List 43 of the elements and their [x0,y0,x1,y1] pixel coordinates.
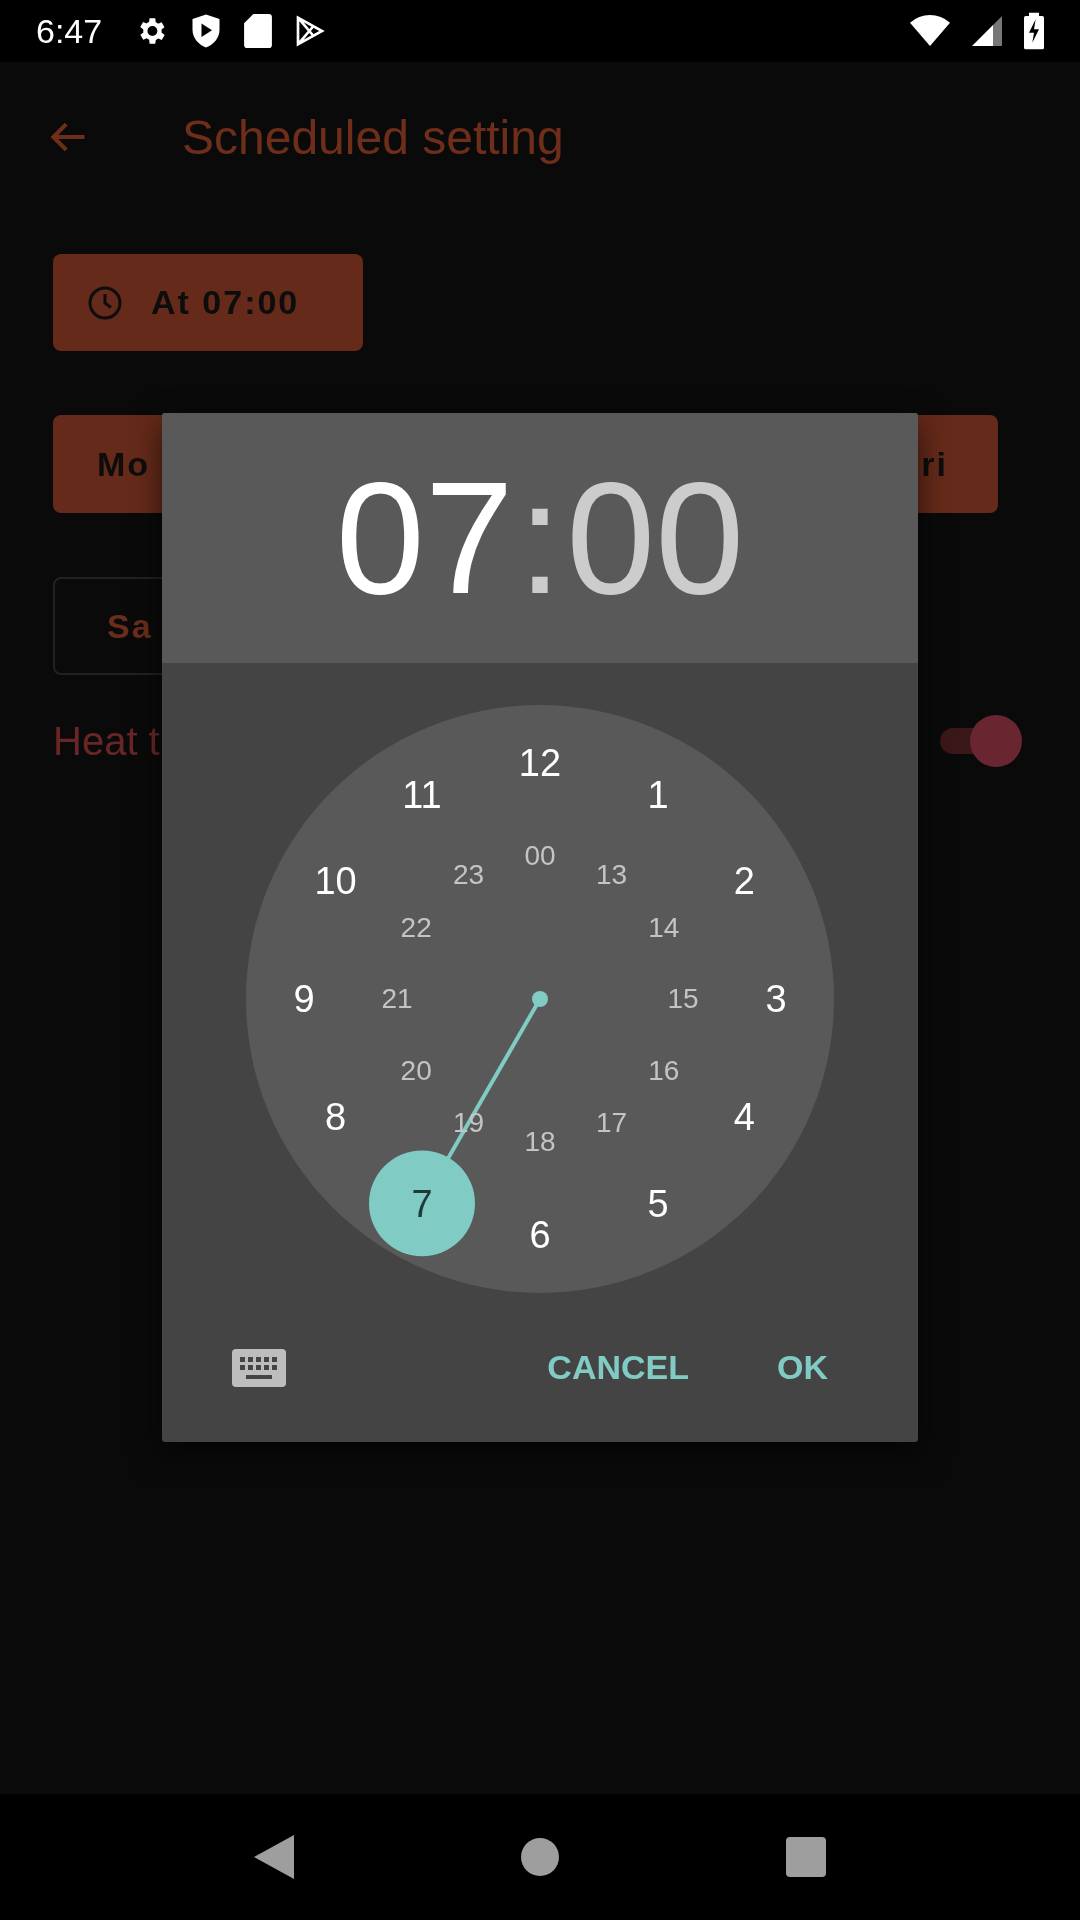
recents-nav-icon[interactable] [786,1837,827,1877]
hour-number[interactable]: 8 [325,1098,347,1137]
hour-number[interactable]: 2 [733,862,755,901]
hour-number[interactable]: 18 [524,1128,556,1157]
ok-button[interactable]: OK [763,1338,842,1398]
hour-number[interactable]: 15 [667,985,699,1014]
hour-number[interactable]: 7 [411,1184,433,1223]
home-nav-icon[interactable] [521,1838,559,1876]
clock-icon [87,284,123,321]
wifi-icon [910,15,950,47]
battery-charging-icon [1024,12,1044,50]
hour-number[interactable]: 10 [314,862,357,901]
status-time: 6:47 [36,11,103,51]
sd-card-icon [244,14,273,48]
hour-number[interactable]: 9 [293,980,315,1019]
screen-title: Scheduled setting [182,109,564,165]
keyboard-icon[interactable] [232,1348,286,1387]
cancel-button[interactable]: CANCEL [533,1338,703,1398]
hour-number[interactable]: 16 [648,1056,680,1085]
hour-number[interactable]: 13 [595,861,628,890]
hour-display[interactable]: 07 [335,458,514,619]
minute-display[interactable]: 00 [566,458,745,619]
heat-switch[interactable] [940,715,1022,767]
hour-number[interactable]: 21 [381,985,413,1014]
hour-number[interactable]: 6 [529,1216,551,1255]
heat-label: Heat t [53,718,160,764]
hour-number[interactable]: 5 [647,1184,669,1223]
hour-number[interactable]: 4 [733,1098,755,1137]
back-nav-icon[interactable] [253,1835,294,1879]
hour-number[interactable]: 11 [402,775,442,814]
hour-number[interactable]: 20 [400,1056,432,1085]
time-separator: : [517,458,563,619]
play-store-icon [294,15,327,47]
shield-play-icon [190,13,223,49]
hour-number[interactable]: 12 [518,744,562,783]
hour-number[interactable]: 23 [452,861,485,890]
hour-number[interactable]: 00 [524,842,556,871]
hour-number[interactable]: 14 [648,913,680,942]
hour-number[interactable]: 17 [595,1108,628,1137]
hour-number[interactable]: 1 [647,775,669,814]
hour-number[interactable]: 22 [400,913,432,942]
hour-number[interactable]: 3 [765,980,787,1019]
signal-icon [972,15,1002,47]
